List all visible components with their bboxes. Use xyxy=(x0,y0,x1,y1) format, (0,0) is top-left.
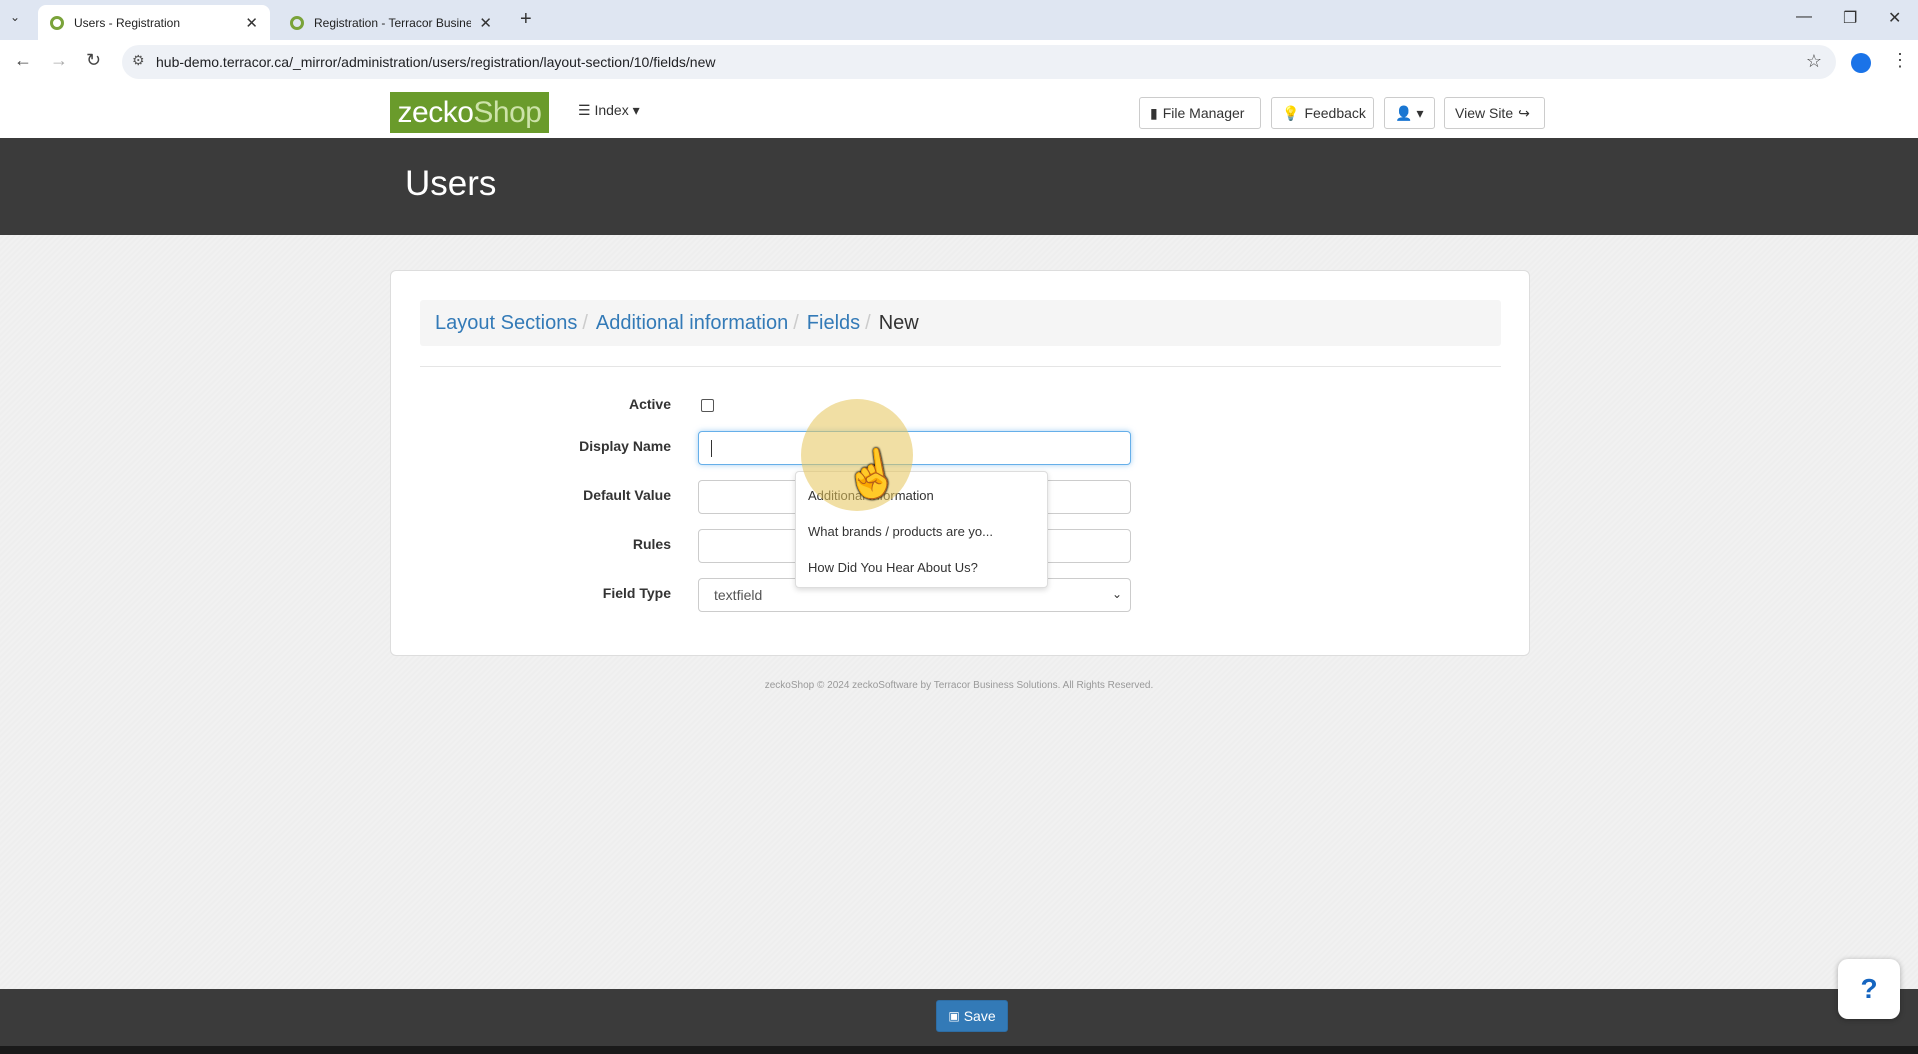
breadcrumb-additional-information[interactable]: Additional information xyxy=(596,312,788,335)
tab-users-registration[interactable]: Users - Registration ✕ xyxy=(38,5,270,40)
breadcrumb-current: New xyxy=(878,311,919,334)
index-menu[interactable]: ☰ Index ▾ xyxy=(578,102,640,119)
url-field[interactable]: ⚙ hub-demo.terracor.ca/_mirror/administr… xyxy=(122,45,1836,79)
save-label: Save xyxy=(963,1008,996,1024)
close-window-icon[interactable]: ✕ xyxy=(1888,8,1901,28)
close-tab-icon[interactable]: ✕ xyxy=(245,14,258,32)
caret-down-icon: ▾ xyxy=(632,102,640,118)
list-icon: ☰ xyxy=(578,102,591,118)
favicon-icon xyxy=(50,15,64,30)
logo-main: zecko xyxy=(397,96,474,129)
index-label: Index xyxy=(594,102,629,118)
page-banner: Users xyxy=(0,138,1918,235)
field-type-value: textfield xyxy=(714,587,763,603)
tab-search-icon[interactable]: ⌄ xyxy=(10,10,20,24)
feedback-button[interactable]: 💡 Feedback xyxy=(1271,97,1374,129)
chevron-down-icon: ⌄ xyxy=(1111,587,1122,601)
text-caret xyxy=(711,440,712,457)
back-icon[interactable]: ← xyxy=(14,50,32,71)
browser-menu-icon[interactable]: ⋮ xyxy=(1891,50,1909,71)
zeckoshop-logo[interactable]: zeckoShop xyxy=(390,92,549,133)
active-checkbox[interactable] xyxy=(701,399,714,412)
active-label: Active xyxy=(628,396,671,412)
file-manager-button[interactable]: ▮ File Manager xyxy=(1139,97,1261,129)
forward-icon[interactable]: → xyxy=(50,50,68,71)
site-settings-icon[interactable]: ⚙ xyxy=(132,52,145,69)
display-name-label: Display Name xyxy=(579,438,671,454)
share-icon: ↪ xyxy=(1518,104,1530,121)
minimize-icon[interactable]: — xyxy=(1796,8,1812,26)
site-header: zeckoShop ☰ Index ▾ ▮ File Manager 💡 Fee… xyxy=(0,86,1918,138)
save-bar: ▣ Save xyxy=(0,989,1918,1046)
feedback-label: Feedback xyxy=(1304,105,1366,121)
tab-registration-terracor[interactable]: Registration - Terracor Business ✕ xyxy=(278,5,504,40)
display-name-input[interactable] xyxy=(698,431,1131,465)
help-button[interactable]: ? xyxy=(1838,959,1900,1019)
divider xyxy=(420,366,1501,367)
logo-accent: Shop xyxy=(473,96,542,129)
breadcrumb-layout-sections[interactable]: Layout Sections xyxy=(435,312,577,335)
copyright-footer: zeckoShop © 2024 zeckoSoftware by Terrac… xyxy=(764,680,1154,691)
breadcrumb-separator: / xyxy=(865,311,871,334)
user-menu-button[interactable]: 👤 ▾ xyxy=(1384,97,1435,129)
view-site-label: View Site xyxy=(1455,105,1514,121)
field-type-label: Field Type xyxy=(602,585,671,601)
default-value-label: Default Value xyxy=(583,487,671,503)
view-site-button[interactable]: View Site ↪ xyxy=(1444,97,1545,129)
page-title: Users xyxy=(405,164,497,203)
autocomplete-item[interactable]: How Did You Hear About Us? xyxy=(808,560,978,575)
bookmark-star-icon[interactable]: ☆ xyxy=(1806,51,1822,72)
breadcrumb: Layout Sections / Additional information /… xyxy=(420,300,1501,346)
breadcrumb-separator: / xyxy=(582,311,588,334)
caret-down-icon: ▾ xyxy=(1416,104,1424,121)
rules-label: Rules xyxy=(632,536,671,552)
form-card: Layout Sections / Additional information /… xyxy=(390,270,1530,656)
tab-title: Users - Registration xyxy=(74,15,181,30)
save-button[interactable]: ▣ Save xyxy=(936,1000,1008,1032)
url-text: hub-demo.terracor.ca/_mirror/administrat… xyxy=(156,54,716,70)
floppy-icon: ▣ xyxy=(948,1009,960,1023)
file-manager-label: File Manager xyxy=(1162,105,1245,121)
user-icon: 👤 xyxy=(1395,104,1413,121)
autocomplete-item[interactable]: What brands / products are yo... xyxy=(808,524,993,539)
restore-icon[interactable]: ❐ xyxy=(1843,8,1857,28)
reload-icon[interactable]: ↻ xyxy=(86,50,101,71)
browser-tab-strip: ⌄ Users - Registration ✕ Registration - … xyxy=(0,0,1918,40)
new-tab-button[interactable]: + xyxy=(520,8,532,31)
address-bar-row: ← → ↻ ⚙ hub-demo.terracor.ca/_mirror/adm… xyxy=(0,40,1918,87)
os-taskbar xyxy=(0,1046,1918,1054)
profile-avatar-icon[interactable] xyxy=(1851,53,1871,73)
close-tab-icon[interactable]: ✕ xyxy=(479,14,492,32)
breadcrumb-separator: / xyxy=(793,311,799,334)
favicon-icon xyxy=(290,15,304,30)
hand-pointer-icon: ☝ xyxy=(838,443,905,505)
file-icon: ▮ xyxy=(1150,104,1158,121)
lightbulb-icon: 💡 xyxy=(1282,104,1300,121)
breadcrumb-fields[interactable]: Fields xyxy=(807,312,860,335)
tab-title: Registration - Terracor Business xyxy=(314,15,472,30)
